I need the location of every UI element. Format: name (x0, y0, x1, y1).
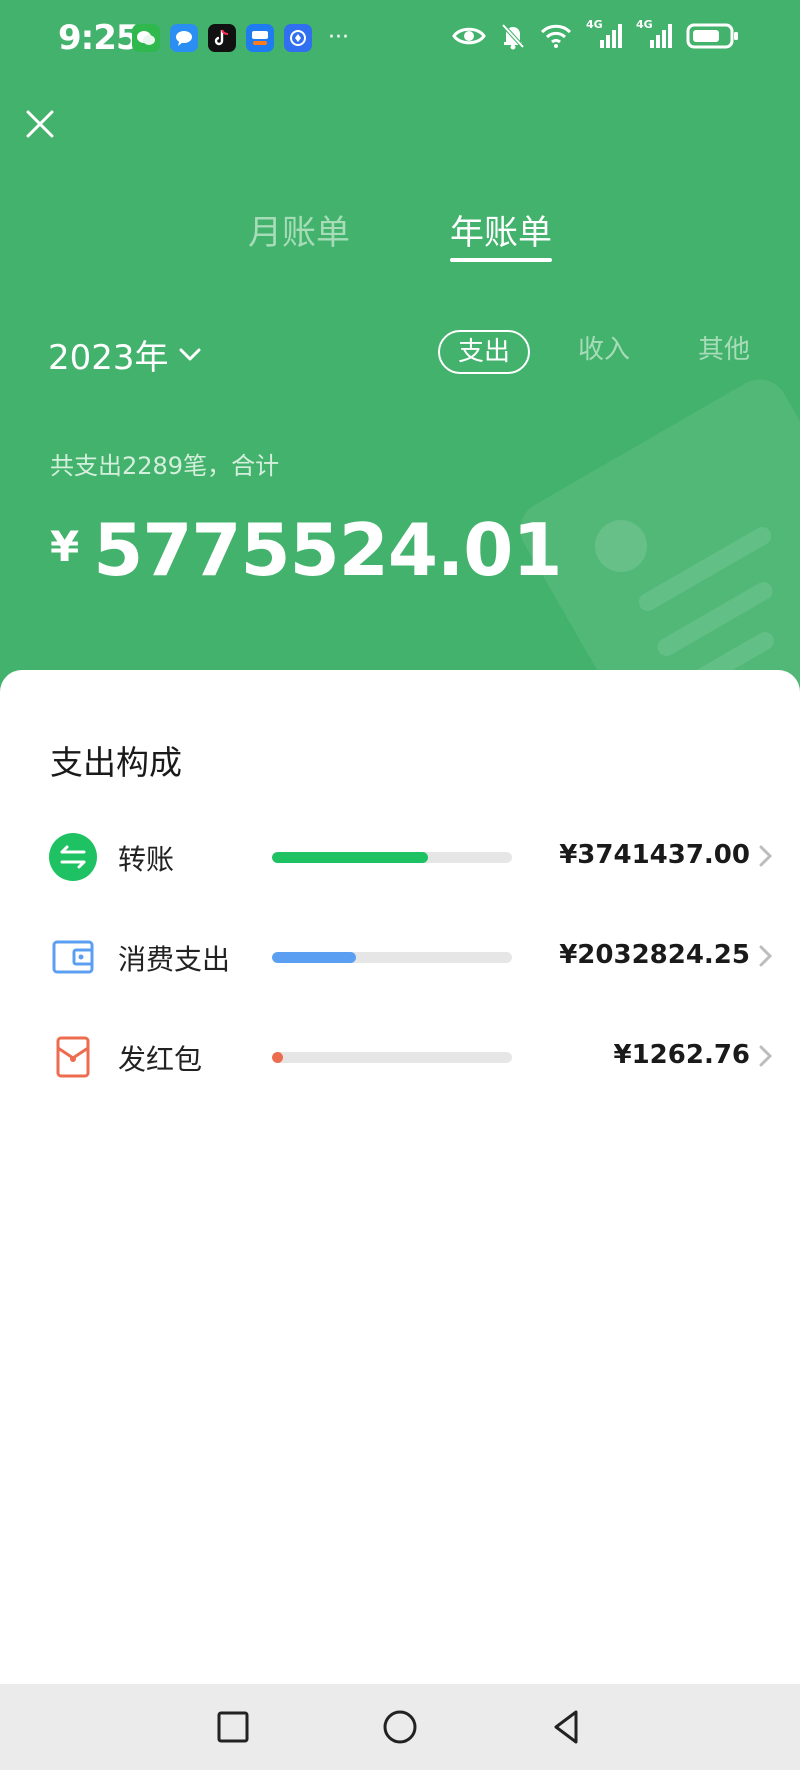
tiktok-icon (208, 24, 236, 52)
share-bar-track (272, 1052, 512, 1063)
composition-row-red-envelope[interactable]: 发红包 ¥1262.76 (0, 1026, 800, 1086)
tab-monthly-bill[interactable]: 月账单 (248, 205, 350, 254)
section-title: 支出构成 (50, 743, 182, 782)
row-label: 消费支出 (118, 943, 231, 976)
share-bar-track (272, 952, 512, 963)
row-amount: ¥2032824.25 (559, 940, 750, 970)
chevron-right-icon (759, 1045, 773, 1067)
chevron-right-icon (759, 845, 773, 867)
status-time: 9:25 (58, 18, 140, 58)
active-tab-indicator (450, 258, 552, 262)
total-amount: ¥ 5775524.01 (50, 508, 562, 592)
message-icon (170, 24, 198, 52)
cellular-signal-1: 4G (586, 18, 622, 50)
filter-other[interactable]: 其他 (698, 330, 750, 374)
composition-card: 支出构成 转账 ¥3741437.00 消费支出 ¥2032824.25 发红包… (0, 670, 800, 1684)
row-amount: ¥1262.76 (613, 1040, 750, 1070)
currency-symbol: ¥ (50, 522, 80, 571)
home-button[interactable] (379, 1706, 421, 1748)
chevron-down-icon (179, 348, 201, 360)
summary-text: 共支出2289笔，合计 (50, 452, 280, 480)
yupao-icon (246, 24, 274, 52)
share-bar-fill (272, 1052, 283, 1063)
battery-icon (686, 23, 738, 49)
composition-row-transfer[interactable]: 转账 ¥3741437.00 (0, 826, 800, 886)
back-button[interactable] (546, 1706, 588, 1748)
total-value: 5775524.01 (93, 508, 562, 592)
eye-icon (452, 27, 486, 45)
share-bar-fill (272, 852, 428, 863)
cellular-signal-2: 4G (636, 18, 672, 50)
row-amount: ¥3741437.00 (559, 840, 750, 870)
notification-icons: ··· (132, 24, 349, 52)
row-label: 发红包 (118, 1043, 203, 1076)
row-label: 转账 (118, 843, 175, 876)
square-icon (217, 1711, 249, 1743)
wifi-icon (540, 24, 572, 48)
share-bar-track (272, 852, 512, 863)
system-navigation-bar (0, 1684, 800, 1770)
year-label: 2023年 (48, 338, 169, 378)
status-bar: 9:25 ··· 4G 4G (0, 0, 800, 80)
red-envelope-icon (48, 1032, 98, 1082)
system-status-icons: 4G 4G (452, 18, 740, 50)
wallet-icon (48, 932, 98, 982)
more-notifications-icon: ··· (328, 25, 349, 50)
tab-yearly-bill[interactable]: 年账单 (450, 205, 552, 254)
share-bar-fill (272, 952, 356, 963)
chevron-right-icon (759, 945, 773, 967)
recent-apps-button[interactable] (212, 1706, 254, 1748)
transfer-icon (48, 832, 98, 882)
decorative-circle (595, 520, 647, 572)
triangle-back-icon (554, 1710, 578, 1744)
close-icon (26, 110, 54, 138)
close-button[interactable] (20, 104, 60, 144)
year-selector[interactable]: 2023年 (48, 330, 201, 379)
filter-expense[interactable]: 支出 (438, 330, 530, 374)
mute-bell-icon (501, 23, 525, 50)
browser-icon (284, 24, 312, 52)
circle-icon (383, 1710, 417, 1744)
composition-row-consumption[interactable]: 消费支出 ¥2032824.25 (0, 926, 800, 986)
bill-header: 9:25 ··· 4G 4G 月账单 年账单 2023年 支出 收入 其他 共支… (0, 0, 800, 700)
filter-income[interactable]: 收入 (578, 330, 630, 374)
wechat-icon (132, 24, 160, 52)
